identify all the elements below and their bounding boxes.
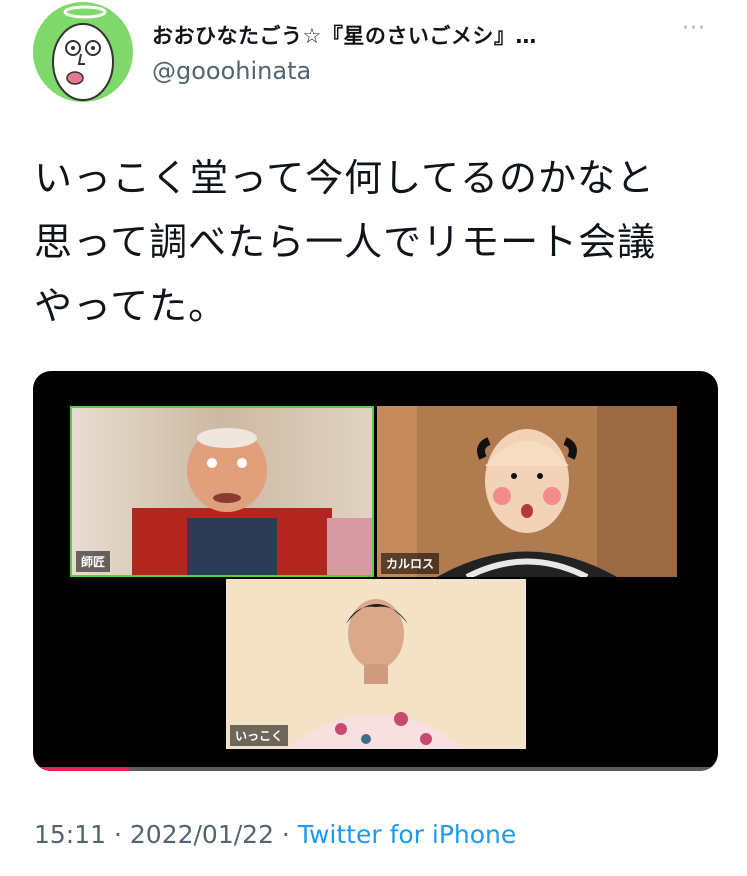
tweet-line: やってた。 bbox=[34, 284, 228, 328]
participant-label: 師匠 bbox=[76, 551, 111, 572]
author-display-name[interactable]: おおひなたごう☆『星のさいごメシ』… bbox=[152, 20, 537, 50]
author-avatar[interactable] bbox=[33, 2, 133, 102]
tweet-line: 思って調べたら一人でリモート会議 bbox=[34, 220, 657, 264]
tweet-time[interactable]: 15:11 bbox=[34, 820, 106, 849]
participant-tile-shisho: 師匠 bbox=[70, 406, 374, 577]
meta-separator: · bbox=[273, 820, 298, 849]
participant-label: カルロス bbox=[381, 553, 440, 574]
participant-label: いっこく bbox=[230, 725, 289, 746]
tweet-text: いっこく堂って今何してるのかなと 思って調べたら一人でリモート会議 やってた。 bbox=[34, 146, 714, 338]
video-progress-fill bbox=[33, 767, 129, 771]
meta-separator: · bbox=[106, 820, 130, 849]
participant-tile-carlos: カルロス bbox=[377, 406, 677, 577]
author-handle[interactable]: @gooohinata bbox=[152, 57, 311, 85]
tweet-source-link[interactable]: Twitter for iPhone bbox=[298, 820, 516, 849]
tweet-line: いっこく堂って今何してるのかなと bbox=[34, 156, 655, 200]
video-player[interactable]: 師匠 カルロス いっこく bbox=[33, 371, 718, 771]
tweet-date[interactable]: 2022/01/22 bbox=[130, 820, 274, 849]
video-progress-bar[interactable] bbox=[33, 767, 718, 771]
participant-tile-ikkoku: いっこく bbox=[226, 579, 526, 749]
more-horizontal-icon[interactable]: ··· bbox=[682, 16, 706, 41]
tweet-meta: 15:11 · 2022/01/22 · Twitter for iPhone bbox=[34, 820, 516, 849]
